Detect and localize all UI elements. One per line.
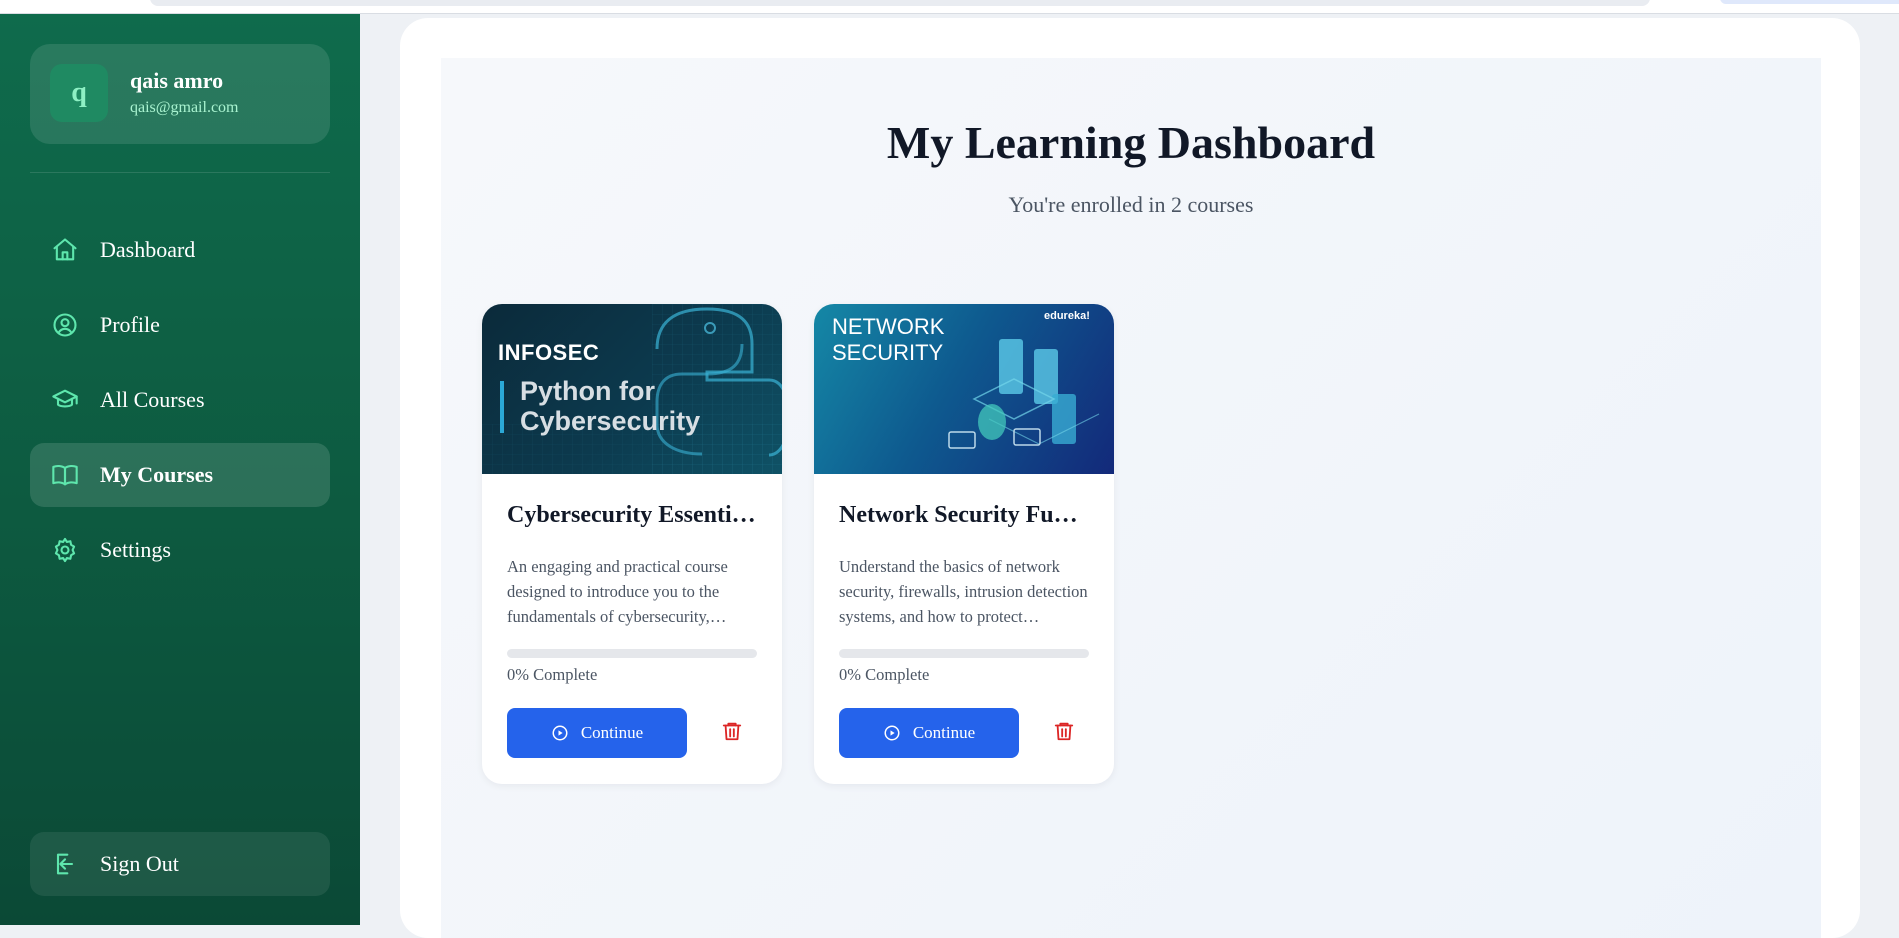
sidebar-item-label: Settings [100,537,171,562]
sidebar-item-dashboard[interactable]: Dashboard [30,218,330,282]
play-circle-icon [551,724,569,742]
user-card: q qais amro qais@gmail.com [30,44,330,144]
page-subtitle: You're enrolled in 2 courses [1008,192,1254,217]
sidebar-divider [30,172,330,173]
avatar: q [50,64,108,122]
sign-out-button[interactable]: Sign Out [30,832,330,896]
course-thumbnail[interactable]: NETWORK SECURITY edureka! [814,304,1114,474]
trash-icon [1053,719,1075,748]
sidebar-item-all-courses[interactable]: All Courses [30,368,330,432]
continue-label: Continue [912,723,976,742]
continue-button[interactable]: Continue [839,708,1019,758]
browser-pill [1720,0,1899,4]
continue-button[interactable]: Continue [507,708,687,758]
sidebar-item-label: All Courses [100,387,205,412]
course-description: An engaging and practical course designe… [507,557,728,626]
thumb-brand: edureka! [1044,310,1090,322]
thumb-brand: INFOSEC [498,340,600,365]
course-description: Understand the basics of network securit… [839,557,1088,626]
user-name: qais amro [130,68,224,93]
delete-course-button[interactable] [717,718,747,748]
thumb-line2: SECURITY [832,340,944,365]
browser-topbar [0,0,1899,14]
course-card: INFOSEC Python for Cybersecurity Cyberse… [482,304,782,784]
thumb-line1: NETWORK [832,314,945,339]
progress-label: 0% Complete [839,665,930,684]
play-circle-icon [883,724,901,742]
continue-label: Continue [580,723,644,742]
book-open-icon [50,460,80,490]
course-card: NETWORK SECURITY edureka! Network Securi… [814,304,1114,784]
gear-icon [50,535,80,565]
progress-bar [507,649,757,658]
page-title: My Learning Dashboard [886,117,1376,168]
graduation-cap-icon [50,385,80,415]
sidebar-item-my-courses[interactable]: My Courses [30,443,330,507]
course-thumbnail[interactable]: INFOSEC Python for Cybersecurity [482,304,782,474]
home-icon [50,235,80,265]
progress-label: 0% Complete [507,665,598,684]
delete-course-button[interactable] [1049,718,1079,748]
thumb-line2: Cybersecurity [520,406,701,436]
sidebar-item-settings[interactable]: Settings [30,518,330,582]
course-title[interactable]: Cybersecurity Essentials [507,502,757,529]
thumb-line1: Python for [520,376,655,406]
progress-bar [839,649,1089,658]
trash-icon [721,719,743,748]
sign-out-icon [50,849,80,879]
sidebar: q qais amro qais@gmail.com Dashboard Pro… [0,14,360,925]
sidebar-item-profile[interactable]: Profile [30,293,330,357]
sidebar-item-label: My Courses [100,462,214,487]
user-circle-icon [50,310,80,340]
address-bar[interactable] [150,0,1650,6]
sidebar-item-label: Dashboard [100,237,196,262]
course-title[interactable]: Network Security Fundamentals [839,502,1089,529]
sidebar-item-label: Profile [100,312,160,337]
user-email: qais@gmail.com [130,99,239,116]
sign-out-label: Sign Out [100,851,179,876]
